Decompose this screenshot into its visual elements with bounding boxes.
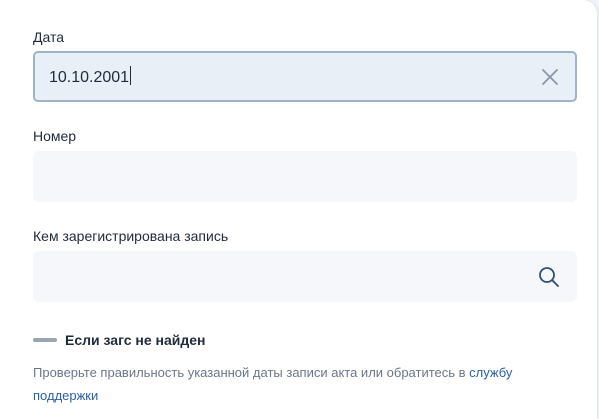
search-icon[interactable] — [537, 265, 561, 289]
registrar-label: Кем зарегистрирована запись — [33, 228, 229, 244]
date-label: Дата — [33, 29, 65, 45]
registrar-input[interactable] — [33, 251, 577, 302]
not-found-section-title: Если загс не найден — [33, 329, 206, 351]
date-input-value: 10.10.2001 — [49, 66, 132, 89]
text-caret — [130, 66, 132, 85]
number-label: Номер — [33, 128, 77, 144]
help-text-body: Проверьте правильность указанной даты за… — [33, 365, 470, 380]
date-input[interactable]: 10.10.2001 — [33, 51, 577, 102]
not-found-title: Если загс не найден — [65, 332, 206, 348]
form-card: Дата 10.10.2001 Номер Кем зарегистрирова… — [0, 0, 597, 419]
help-text: Проверьте правильность указанной даты за… — [33, 361, 573, 407]
close-icon[interactable] — [538, 65, 562, 89]
number-input[interactable] — [33, 151, 577, 202]
dash-icon — [33, 338, 57, 342]
